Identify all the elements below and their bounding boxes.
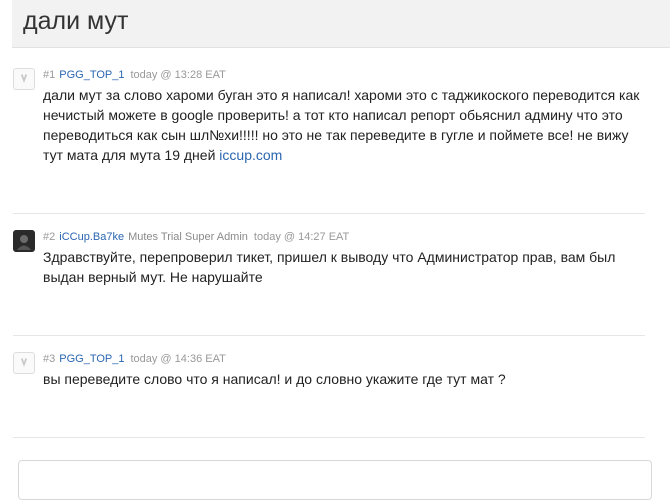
post-divider: [13, 335, 645, 336]
post-meta: #1 PGG_TOP_1 today @ 13:28 EAT: [43, 68, 226, 82]
user-role-badge: Mutes Trial Super Admin: [128, 231, 248, 243]
post-number[interactable]: #2: [43, 231, 55, 243]
post-divider: [13, 213, 645, 214]
post-link[interactable]: iccup.com: [219, 147, 282, 163]
post-text: Здравствуйте, перепроверил тикет, пришел…: [43, 249, 616, 285]
post-body: Здравствуйте, перепроверил тикет, пришел…: [43, 247, 643, 287]
user-placeholder-icon[interactable]: [13, 68, 35, 90]
post-timestamp: today @ 14:36 EAT: [130, 353, 226, 365]
post-number[interactable]: #1: [43, 69, 55, 81]
post-divider: [13, 437, 645, 438]
page-header: дали мут: [12, 0, 670, 48]
post-text: дали мут за слово хароми буган это я нап…: [43, 87, 640, 163]
post-1: #1 PGG_TOP_1 today @ 13:28 EAT дали мут за…: [13, 68, 645, 214]
post-body: вы переведите слово что я написал! и до …: [43, 369, 643, 389]
post-meta: #3 PGG_TOP_1 today @ 14:36 EAT: [43, 352, 226, 366]
post-timestamp: today @ 13:28 EAT: [130, 69, 226, 81]
post-body: дали мут за слово хароми буган это я нап…: [43, 85, 643, 165]
page-title: дали мут: [23, 7, 129, 35]
post-2: #2 iCCup.Ba7ke Mutes Trial Super Admin toda…: [13, 230, 645, 336]
post-author-link[interactable]: PGG_TOP_1: [59, 353, 124, 365]
post-author-link[interactable]: PGG_TOP_1: [59, 69, 124, 81]
post-author-link[interactable]: iCCup.Ba7ke: [59, 231, 124, 243]
post-meta: #2 iCCup.Ba7ke Mutes Trial Super Admin toda…: [43, 230, 349, 244]
post-number[interactable]: #3: [43, 353, 55, 365]
post-3: #3 PGG_TOP_1 today @ 14:36 EAT вы переведи…: [13, 352, 645, 438]
post-text: вы переведите слово что я написал! и до …: [43, 371, 506, 387]
reply-input[interactable]: [18, 460, 652, 500]
post-timestamp: today @ 14:27 EAT: [253, 231, 350, 243]
user-placeholder-icon[interactable]: [13, 352, 35, 374]
admin-avatar-icon[interactable]: [13, 230, 35, 252]
